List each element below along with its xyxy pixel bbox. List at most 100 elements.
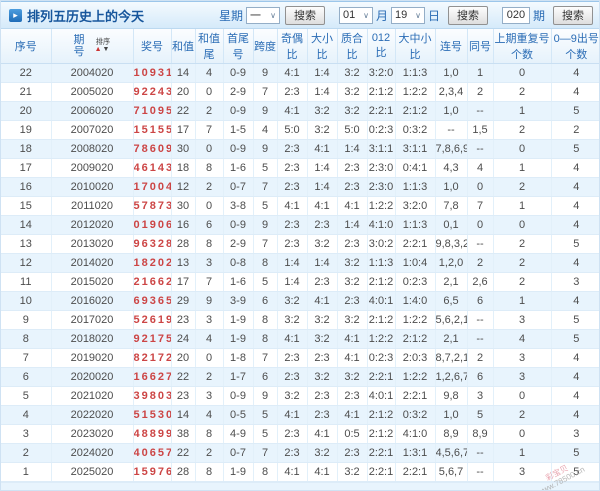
cell-xuhao: 9 bbox=[1, 310, 52, 330]
chevron-down-icon: ∨ bbox=[363, 10, 369, 20]
cell-chuhao: 3 bbox=[551, 424, 599, 444]
cell-qihao: 2012020 bbox=[51, 215, 134, 235]
col-header-jianghao: 奖号 bbox=[133, 29, 172, 64]
cell-tonghao: -- bbox=[467, 310, 494, 330]
cell-hezhi: 14 bbox=[171, 63, 196, 83]
sort-desc-icon[interactable]: ▼ bbox=[103, 46, 111, 53]
cell-lianhao: 4,5,6,7 bbox=[435, 443, 468, 463]
date-search-button[interactable]: 搜索 bbox=[447, 5, 488, 25]
pailie5-history-widget: ▸ 排列五历史上的今天 星期 一 ∨ 搜索 01 ∨ 月 19 ∨ 日 搜索 0… bbox=[0, 0, 600, 491]
cell-jioubi: 3:2 bbox=[277, 291, 308, 311]
col-header-shangqichongfu: 上期重复号个数 bbox=[493, 29, 552, 64]
cell-lianhao: 1,2,6,7 bbox=[435, 367, 468, 387]
cell-shangqichongfu: 2 bbox=[493, 253, 552, 273]
cell-hezhiwei: 0 bbox=[195, 348, 224, 368]
sort-asc-icon[interactable]: ▲ bbox=[95, 46, 103, 53]
cell-hezhi: 30 bbox=[171, 139, 196, 159]
cell-dazhongxiaobi: 0:3:2 bbox=[395, 120, 436, 140]
cell-hezhi: 18 bbox=[171, 158, 196, 178]
cell-shangqichongfu: 3 bbox=[493, 310, 552, 330]
cell-zhihebi: 4:1 bbox=[337, 348, 368, 368]
cell-xuhao: 21 bbox=[1, 82, 52, 102]
issue-input[interactable] bbox=[501, 6, 530, 24]
cell-hezhi: 22 bbox=[171, 367, 196, 387]
cell-lianhao: 7,8 bbox=[435, 196, 468, 216]
day-select[interactable]: 19 ∨ bbox=[390, 6, 425, 24]
issue-label: 期 bbox=[532, 8, 545, 23]
cell-daxiaobi: 3:2 bbox=[307, 329, 338, 349]
table-row: 20 2006020 71095 22 2 0-9 9 4:1 3:2 3:2 2:2:1 2:1:2… bbox=[1, 101, 599, 121]
cell-hezhiwei: 2 bbox=[195, 101, 224, 121]
cell-jianghao: 57873 bbox=[133, 196, 172, 216]
cell-qihao: 2023020 bbox=[51, 424, 134, 444]
cell-hezhiwei: 8 bbox=[195, 234, 224, 254]
cell-shouweihao: 1-9 bbox=[223, 329, 254, 349]
cell-qihao: 2005020 bbox=[51, 82, 134, 102]
table-row: 22 2004020 10931 14 4 0-9 9 4:1 1:4 3:2 3:2:0 1:1:3… bbox=[1, 63, 599, 83]
cell-hezhi: 28 bbox=[171, 234, 196, 254]
cell-xuhao: 2 bbox=[1, 443, 52, 463]
cell-jianghao: 18202 bbox=[133, 253, 172, 273]
cell-bi012: 1:1:3 bbox=[367, 253, 396, 273]
cell-daxiaobi: 2:3 bbox=[307, 215, 338, 235]
cell-hezhiwei: 7 bbox=[195, 120, 224, 140]
cell-xuhao: 11 bbox=[1, 272, 52, 292]
cell-xuhao: 4 bbox=[1, 405, 52, 425]
cell-zhihebi: 1:4 bbox=[337, 215, 368, 235]
month-select[interactable]: 01 ∨ bbox=[338, 6, 373, 24]
cell-bi012: 2:1:2 bbox=[367, 272, 396, 292]
table-row: 6 2020020 16627 22 2 1-7 6 2:3 3:2 3:2 2:2:1 1:2:2 1… bbox=[1, 367, 599, 387]
cell-hezhiwei: 2 bbox=[195, 443, 224, 463]
cell-jianghao: 39803 bbox=[133, 386, 172, 406]
cell-tonghao: 6 bbox=[467, 291, 494, 311]
cell-chuhao: 3 bbox=[551, 272, 599, 292]
sort-control[interactable]: 排序 ▲▼ bbox=[95, 38, 111, 54]
issue-search-button[interactable]: 搜索 bbox=[553, 5, 593, 25]
cell-bi012: 3:2:0 bbox=[367, 63, 396, 83]
cell-zhihebi: 4:1 bbox=[337, 329, 368, 349]
table-row: 9 2017020 52619 23 3 1-9 8 3:2 3:2 3:2 2:1:2 1:2:2 5… bbox=[1, 310, 599, 330]
week-select[interactable]: 一 ∨ bbox=[245, 6, 280, 24]
cell-hezhi: 29 bbox=[171, 291, 196, 311]
cell-qihao: 2007020 bbox=[51, 120, 134, 140]
cell-qihao: 2011020 bbox=[51, 196, 134, 216]
cell-shouweihao: 4-9 bbox=[223, 424, 254, 444]
cell-shouweihao: 2-9 bbox=[223, 234, 254, 254]
cell-tonghao: -- bbox=[467, 234, 494, 254]
cell-chuhao: 4 bbox=[551, 367, 599, 387]
cell-xuhao: 19 bbox=[1, 120, 52, 140]
cell-dazhongxiaobi: 2:1:2 bbox=[395, 101, 436, 121]
cell-tonghao: 2 bbox=[467, 253, 494, 273]
cell-jioubi: 2:3 bbox=[277, 177, 308, 197]
title-bullet-icon: ▸ bbox=[9, 8, 22, 22]
cell-kuadu: 4 bbox=[253, 120, 278, 140]
cell-lianhao: 2,1 bbox=[435, 329, 468, 349]
cell-qihao: 2008020 bbox=[51, 139, 134, 159]
cell-bi012: 2:3:0 bbox=[367, 158, 396, 178]
cell-zhihebi: 3:2 bbox=[337, 310, 368, 330]
cell-shouweihao: 1-7 bbox=[223, 367, 254, 387]
cell-jioubi: 2:3 bbox=[277, 424, 308, 444]
cell-chuhao: 4 bbox=[551, 158, 599, 178]
cell-kuadu: 9 bbox=[253, 386, 278, 406]
cell-chuhao: 4 bbox=[551, 405, 599, 425]
cell-chuhao: 5 bbox=[551, 462, 599, 482]
table-row: 16 2010020 17004 12 2 0-7 7 2:3 1:4 2:3 2:3:0 1:1:3… bbox=[1, 177, 599, 197]
cell-tonghao: -- bbox=[467, 462, 494, 482]
chevron-down-icon: ∨ bbox=[415, 10, 421, 20]
cell-chuhao: 4 bbox=[551, 348, 599, 368]
cell-daxiaobi: 3:2 bbox=[307, 310, 338, 330]
cell-dazhongxiaobi: 1:2:2 bbox=[395, 367, 436, 387]
cell-bi012: 1:2:2 bbox=[367, 196, 396, 216]
week-search-button[interactable]: 搜索 bbox=[284, 5, 325, 25]
cell-kuadu: 8 bbox=[253, 253, 278, 273]
cell-daxiaobi: 3:2 bbox=[307, 101, 338, 121]
cell-jioubi: 2:3 bbox=[277, 139, 308, 159]
col-header-kuadu: 跨度 bbox=[253, 29, 278, 64]
cell-hezhi: 23 bbox=[171, 386, 196, 406]
cell-qihao: 2006020 bbox=[51, 101, 134, 121]
cell-chuhao: 5 bbox=[551, 329, 599, 349]
cell-hezhi: 24 bbox=[171, 329, 196, 349]
cell-hezhi: 17 bbox=[171, 272, 196, 292]
cell-daxiaobi: 4:1 bbox=[307, 196, 338, 216]
